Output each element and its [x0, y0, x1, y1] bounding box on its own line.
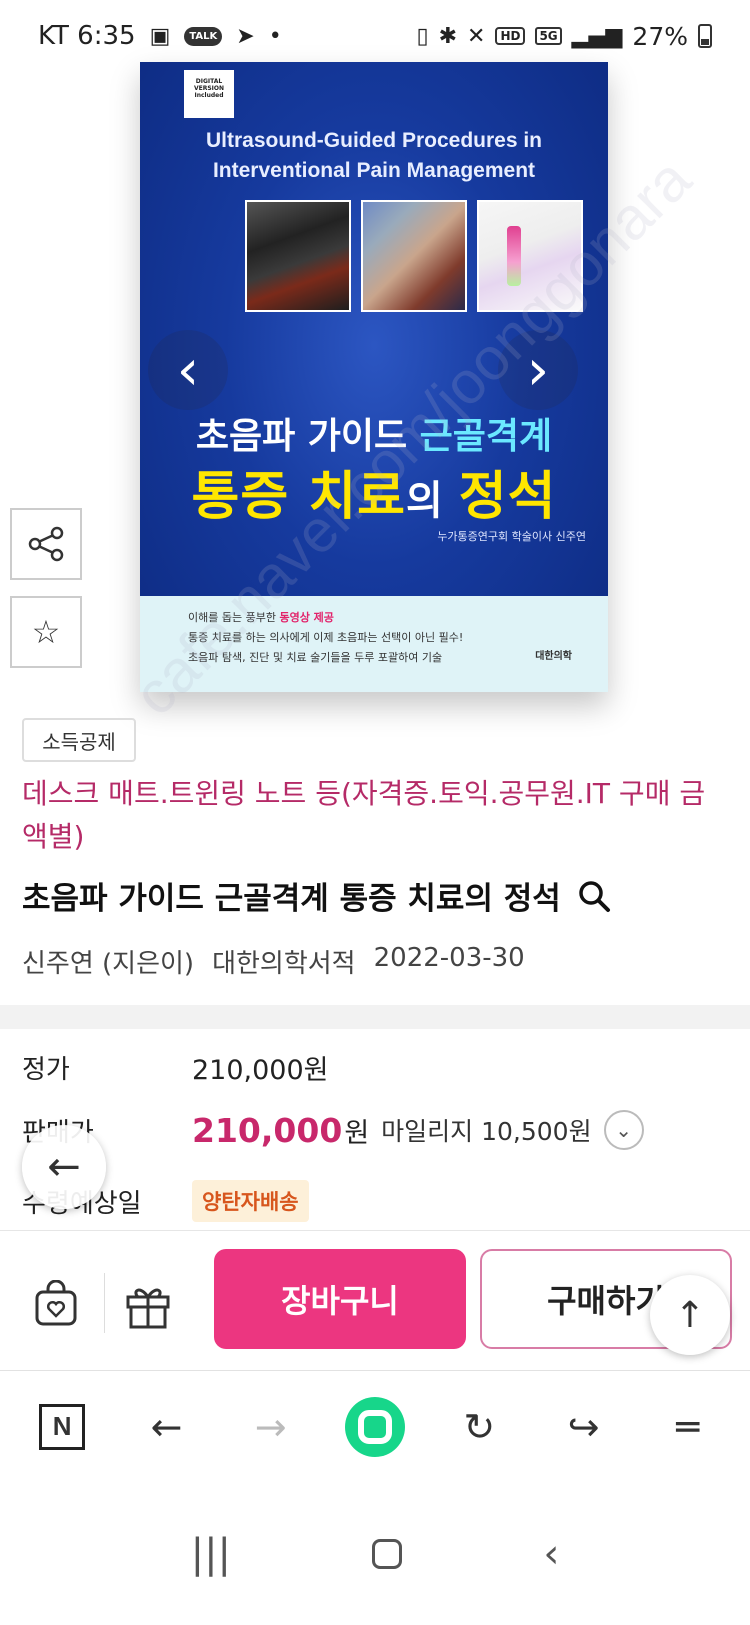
arrow-left-icon: ←: [47, 1144, 81, 1190]
battery-icon: [698, 24, 712, 48]
scroll-top-button[interactable]: ↑: [650, 1275, 730, 1355]
list-price-row: 정가 210,000원: [22, 1048, 329, 1087]
product-meta: 신주연 (지은이) 대한의학서적 2022-03-30: [22, 943, 525, 980]
menu-icon: ═: [676, 1404, 700, 1449]
arrow-right-icon: →: [254, 1404, 287, 1449]
sale-price-row: 판매가 210,000 원 마일리지 10,500원 ⌄: [22, 1110, 644, 1150]
browser-forward-button[interactable]: →: [239, 1395, 303, 1459]
wishlist-button[interactable]: [28, 1277, 84, 1333]
carrier-time: KT 6:35: [38, 21, 136, 51]
battery-percent: 27%: [632, 21, 688, 51]
publisher-logo: 대한의학: [535, 651, 572, 662]
menu-button[interactable]: ═: [656, 1395, 720, 1459]
search-icon[interactable]: [577, 879, 611, 913]
gift-icon: [126, 1288, 170, 1329]
tax-deduction-chip: 소득공제: [22, 718, 136, 762]
mileage-text: 마일리지 10,500원: [381, 1117, 592, 1146]
android-navigation-bar: ||| ‹: [0, 1482, 750, 1625]
share-arrow-icon: ↪: [567, 1404, 600, 1449]
naver-home-button[interactable]: N: [30, 1395, 94, 1459]
list-price-value: 210,000원: [192, 1055, 329, 1086]
nfc-icon: ▯: [416, 23, 429, 49]
home-icon[interactable]: [372, 1538, 403, 1569]
network-5g-icon: 5G: [535, 27, 562, 45]
share-button[interactable]: [10, 508, 82, 580]
title-row: 초음파 가이드 근골격계 통증 치료의 정석: [22, 873, 611, 918]
arrow-left-icon: ←: [150, 1404, 183, 1449]
purchase-bar-separator: [104, 1273, 105, 1333]
status-right: ▯ ✱ ✕ HD 5G ▂▄▆ 27%: [416, 22, 712, 51]
favorite-button[interactable]: ☆: [10, 596, 82, 668]
browser-share-button[interactable]: ↪: [552, 1395, 616, 1459]
cover-blurb-line1-b: 동영상 제공: [279, 611, 334, 624]
author-link[interactable]: 신주연 (지은이): [22, 943, 194, 980]
digital-version-badge: DIGITAL VERSION Included: [184, 70, 234, 118]
dot-icon: •: [268, 23, 282, 49]
gallery-icon: ▣: [149, 23, 171, 49]
purchase-bar: 장바구니 구매하기: [0, 1230, 750, 1368]
product-title: 초음파 가이드 근골격계 통증 치료의 정석: [22, 881, 561, 917]
chevron-down-icon: ⌄: [615, 1118, 632, 1142]
refresh-button[interactable]: ↻: [447, 1395, 511, 1459]
cover-english-title-line1: Ultrasound-Guided Procedures in: [205, 129, 543, 152]
add-to-cart-button[interactable]: 장바구니: [214, 1249, 466, 1349]
publish-date: 2022-03-30: [373, 943, 525, 973]
refresh-icon: ↻: [463, 1404, 496, 1449]
back-nav-icon[interactable]: ‹: [543, 1531, 559, 1577]
bluetooth-icon: ✱: [438, 23, 457, 49]
section-divider: [0, 1005, 750, 1029]
status-left: KT 6:35 ▣ TALK ➤ •: [38, 21, 282, 51]
back-floating-button[interactable]: ←: [22, 1125, 106, 1209]
publisher-link[interactable]: 대한의학서적: [212, 943, 356, 980]
browser-toolbar: N ← → ↻ ↪ ═: [0, 1370, 750, 1482]
hd-voice-icon: HD: [495, 27, 526, 45]
sale-price-value: 210,000: [192, 1110, 343, 1150]
star-icon: ☆: [31, 613, 61, 651]
naver-n-icon: N: [39, 1403, 86, 1450]
cover-english-title: Ultrasound-Guided Procedures in Interven…: [140, 126, 608, 187]
cover-korean-title-e: 정석: [458, 467, 557, 527]
cover-author: 누가통증연구회 학술이사 신주연: [437, 530, 586, 543]
share-icon: [28, 526, 64, 562]
signal-icon: ▂▄▆: [571, 23, 623, 49]
green-dot-button[interactable]: [343, 1395, 407, 1459]
mute-icon: ✕: [467, 23, 486, 49]
sale-price-unit: 원: [344, 1117, 370, 1149]
list-price-label: 정가: [22, 1055, 70, 1085]
arrow-up-icon: ↑: [674, 1294, 706, 1336]
procedure-photo: [361, 200, 467, 312]
ultrasound-image: [245, 200, 351, 312]
recent-apps-icon[interactable]: |||: [191, 1531, 231, 1577]
green-dot-icon: [344, 1396, 405, 1457]
telegram-icon: ➤: [236, 23, 255, 49]
cover-english-title-line2: Interventional Pain Management: [212, 159, 536, 183]
cover-korean-title-d: 의: [406, 478, 459, 524]
browser-back-button[interactable]: ←: [134, 1395, 198, 1459]
price-expand-button[interactable]: ⌄: [603, 1110, 644, 1150]
carousel-prev-button[interactable]: ‹: [148, 330, 228, 410]
shipping-badge: 양탄자배송: [192, 1180, 309, 1222]
kakaotalk-icon: TALK: [184, 26, 223, 46]
gift-button[interactable]: [120, 1277, 176, 1333]
promo-link[interactable]: 데스크 매트.트윈링 노트 등(자격증.토익.공무원.IT 구매 금액별): [22, 772, 722, 859]
heart-bag-icon: [35, 1280, 77, 1326]
